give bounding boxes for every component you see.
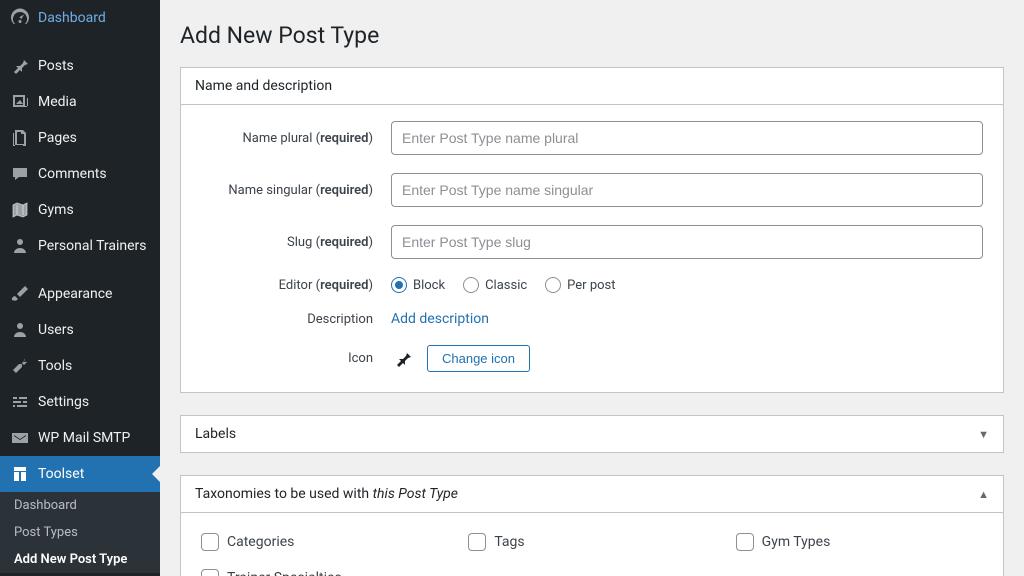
sidebar-item-posts[interactable]: Posts [0,48,160,84]
submenu-add-new-post-type[interactable]: Add New Post Type [0,546,160,573]
add-description-link[interactable]: Add description [391,311,489,327]
panel-taxonomies: Taxonomies to be used with this Post Typ… [180,475,1004,576]
sidebar-item-pages[interactable]: Pages [0,120,160,156]
checkbox-icon [468,533,486,551]
user-icon [10,236,30,256]
checkbox-gym-types[interactable]: Gym Types [736,533,983,551]
sidebar-label: Appearance [38,286,112,302]
sidebar-item-users[interactable]: Users [0,312,160,348]
radio-label: Block [413,278,445,293]
label-name-plural: Name plural (required) [201,131,391,146]
pin-icon [391,347,415,371]
sidebar-label: Users [38,322,74,338]
checkbox-categories[interactable]: Categories [201,533,448,551]
radio-icon [463,277,479,293]
radio-label: Per post [567,278,615,293]
wrench-icon [10,356,30,376]
checkbox-label: Categories [227,534,294,550]
label-icon: Icon [201,351,391,366]
panel-title: Name and description [195,78,332,94]
sidebar-label: Personal Trainers [38,238,147,254]
sidebar-item-tools[interactable]: Tools [0,348,160,384]
comment-icon [10,164,30,184]
gauge-icon [10,8,30,28]
panel-header-taxonomies[interactable]: Taxonomies to be used with this Post Typ… [181,476,1003,513]
map-icon [10,200,30,220]
panel-header-name-desc: Name and description [181,68,1003,105]
pages-icon [10,128,30,148]
input-name-plural[interactable] [391,121,983,155]
submenu-dashboard[interactable]: Dashboard [0,492,160,519]
label-description: Description [201,312,391,327]
radio-editor-classic[interactable]: Classic [463,277,527,293]
mail-icon [10,428,30,448]
sidebar-label: Comments [38,166,107,182]
sidebar-item-toolset[interactable]: Toolset [0,456,160,492]
checkbox-icon [201,533,219,551]
admin-sidebar: Dashboard Posts Media Pages Comments Gym… [0,0,160,576]
checkbox-icon [201,569,219,576]
page-title: Add New Post Type [180,22,1004,49]
radio-editor-perpost[interactable]: Per post [545,277,615,293]
radio-editor-block[interactable]: Block [391,277,445,293]
chevron-down-icon: ▼ [978,428,989,441]
panel-title: Taxonomies to be used with this Post Typ… [195,486,458,502]
checkbox-label: Trainer Specialties [227,570,342,576]
change-icon-button[interactable]: Change icon [427,345,530,372]
sidebar-label: Pages [38,130,77,146]
checkbox-icon [736,533,754,551]
main-content: Add New Post Type Name and description N… [160,0,1024,576]
sidebar-item-mail-smtp[interactable]: WP Mail SMTP [0,420,160,456]
label-name-singular: Name singular (required) [201,183,391,198]
panel-name-description: Name and description Name plural (requir… [180,67,1004,393]
submenu-post-types[interactable]: Post Types [0,519,160,546]
checkbox-trainer-specialties[interactable]: Trainer Specialties [201,569,448,576]
radio-icon [391,277,407,293]
sliders-icon [10,392,30,412]
sidebar-item-settings[interactable]: Settings [0,384,160,420]
panel-header-labels[interactable]: Labels ▼ [181,416,1003,452]
sidebar-item-comments[interactable]: Comments [0,156,160,192]
input-slug[interactable] [391,225,983,259]
users-icon [10,320,30,340]
sidebar-item-media[interactable]: Media [0,84,160,120]
sidebar-label: Media [38,94,77,110]
label-editor: Editor (required) [201,278,391,293]
radio-label: Classic [485,278,527,293]
sidebar-submenu: Dashboard Post Types Add New Post Type [0,492,160,573]
sidebar-label: Toolset [38,466,84,482]
checkbox-tags[interactable]: Tags [468,533,715,551]
sidebar-label: WP Mail SMTP [38,430,130,446]
sidebar-label: Tools [38,358,72,374]
panel-title: Labels [195,426,236,442]
label-slug: Slug (required) [201,235,391,250]
input-name-singular[interactable] [391,173,983,207]
sidebar-item-trainers[interactable]: Personal Trainers [0,228,160,264]
media-icon [10,92,30,112]
sidebar-label: Settings [38,394,89,410]
checkbox-label: Gym Types [762,534,831,550]
toolset-icon [10,464,30,484]
radio-icon [545,277,561,293]
checkbox-label: Tags [494,534,524,550]
sidebar-label: Dashboard [38,10,106,26]
pin-icon [10,56,30,76]
sidebar-item-appearance[interactable]: Appearance [0,276,160,312]
sidebar-item-dashboard[interactable]: Dashboard [0,0,160,36]
sidebar-label: Gyms [38,202,74,218]
sidebar-item-gyms[interactable]: Gyms [0,192,160,228]
brush-icon [10,284,30,304]
panel-labels: Labels ▼ [180,415,1004,453]
chevron-up-icon: ▲ [978,488,989,501]
sidebar-label: Posts [38,58,74,74]
